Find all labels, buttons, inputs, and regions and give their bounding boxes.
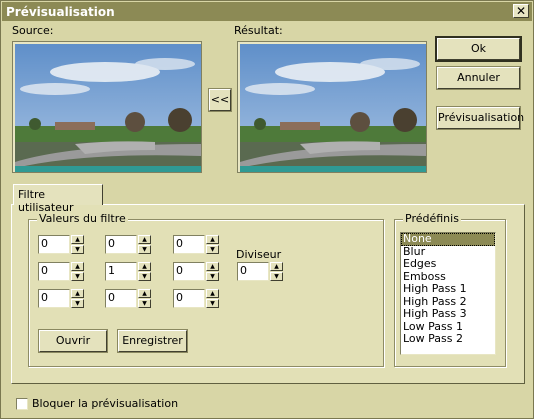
matrix-cell-input[interactable]: 0: [173, 289, 205, 308]
spin-down-icon[interactable]: ▼: [138, 299, 151, 308]
list-item[interactable]: Edges: [401, 257, 495, 271]
presets-title: Prédéfinis: [403, 212, 461, 225]
preview-button[interactable]: Prévisualisation: [436, 106, 524, 130]
lock-preview-checkbox[interactable]: [16, 398, 28, 410]
matrix-cell-input[interactable]: 0: [38, 262, 70, 281]
title-bar: Prévisualisation ✕: [2, 2, 532, 21]
spin-up-icon[interactable]: ▲: [138, 235, 151, 244]
matrix-cell-0-0[interactable]: 0 ▲ ▼: [38, 235, 84, 254]
matrix-cell-2-2[interactable]: 0 ▲ ▼: [173, 289, 219, 308]
ok-button[interactable]: Ok: [435, 36, 522, 62]
tab-user-filter[interactable]: Filtre utilisateur: [13, 184, 103, 214]
spin-down-icon[interactable]: ▼: [206, 299, 219, 308]
matrix-cell-1-1[interactable]: 1 ▲ ▼: [105, 262, 151, 281]
matrix-cell-input[interactable]: 0: [173, 235, 205, 254]
copy-to-source-button[interactable]: <<: [208, 88, 232, 112]
preview-dialog: Prévisualisation ✕ Source: Résultat: << …: [0, 0, 534, 419]
spin-up-icon[interactable]: ▲: [138, 262, 151, 271]
result-label: Résultat:: [234, 24, 283, 37]
matrix-cell-input[interactable]: 0: [173, 262, 205, 281]
matrix-cell-2-0[interactable]: 0 ▲ ▼: [38, 289, 84, 308]
tab-user-filter-label: Filtre utilisateur: [18, 188, 74, 214]
result-photo: [240, 44, 426, 172]
list-item[interactable]: None: [401, 232, 495, 246]
result-image: [237, 41, 427, 173]
spin-up-icon[interactable]: ▲: [270, 262, 283, 271]
spin-up-icon[interactable]: ▲: [71, 289, 84, 298]
source-image: [12, 41, 202, 173]
window-title: Prévisualisation: [6, 5, 115, 19]
cancel-button[interactable]: Annuler: [436, 66, 521, 90]
spin-up-icon[interactable]: ▲: [71, 262, 84, 271]
spin-down-icon[interactable]: ▼: [270, 272, 283, 281]
matrix-cell-input[interactable]: 0: [105, 235, 137, 254]
list-item[interactable]: Low Pass 2: [401, 332, 495, 346]
source-photo: [15, 44, 201, 172]
presets-list[interactable]: None Blur Edges Emboss High Pass 1 High …: [400, 232, 496, 355]
list-item[interactable]: High Pass 3: [401, 307, 495, 321]
spin-down-icon[interactable]: ▼: [138, 245, 151, 254]
matrix-cell-1-0[interactable]: 0 ▲ ▼: [38, 262, 84, 281]
spin-down-icon[interactable]: ▼: [206, 245, 219, 254]
spin-down-icon[interactable]: ▼: [138, 272, 151, 281]
spin-down-icon[interactable]: ▼: [71, 272, 84, 281]
open-button[interactable]: Ouvrir: [38, 329, 108, 353]
spin-down-icon[interactable]: ▼: [71, 299, 84, 308]
spin-up-icon[interactable]: ▲: [206, 262, 219, 271]
divisor-input[interactable]: 0: [237, 262, 269, 281]
matrix-cell-input[interactable]: 1: [105, 262, 137, 281]
spin-down-icon[interactable]: ▼: [206, 272, 219, 281]
divisor-label: Diviseur: [236, 248, 282, 261]
matrix-cell-2-1[interactable]: 0 ▲ ▼: [105, 289, 151, 308]
matrix-cell-0-1[interactable]: 0 ▲ ▼: [105, 235, 151, 254]
spin-up-icon[interactable]: ▲: [206, 289, 219, 298]
matrix-cell-input[interactable]: 0: [38, 235, 70, 254]
matrix-cell-1-2[interactable]: 0 ▲ ▼: [173, 262, 219, 281]
spin-up-icon[interactable]: ▲: [206, 235, 219, 244]
divisor-stepper[interactable]: 0 ▲ ▼: [237, 262, 283, 281]
close-icon[interactable]: ✕: [513, 4, 529, 18]
list-item[interactable]: High Pass 1: [401, 282, 495, 296]
source-label: Source:: [12, 24, 54, 37]
spin-up-icon[interactable]: ▲: [138, 289, 151, 298]
spin-up-icon[interactable]: ▲: [71, 235, 84, 244]
spin-down-icon[interactable]: ▼: [71, 245, 84, 254]
matrix-cell-input[interactable]: 0: [105, 289, 137, 308]
matrix-cell-input[interactable]: 0: [38, 289, 70, 308]
lock-preview-label: Bloquer la prévisualisation: [32, 397, 179, 410]
save-button[interactable]: Enregistrer: [117, 329, 188, 353]
matrix-cell-0-2[interactable]: 0 ▲ ▼: [173, 235, 219, 254]
